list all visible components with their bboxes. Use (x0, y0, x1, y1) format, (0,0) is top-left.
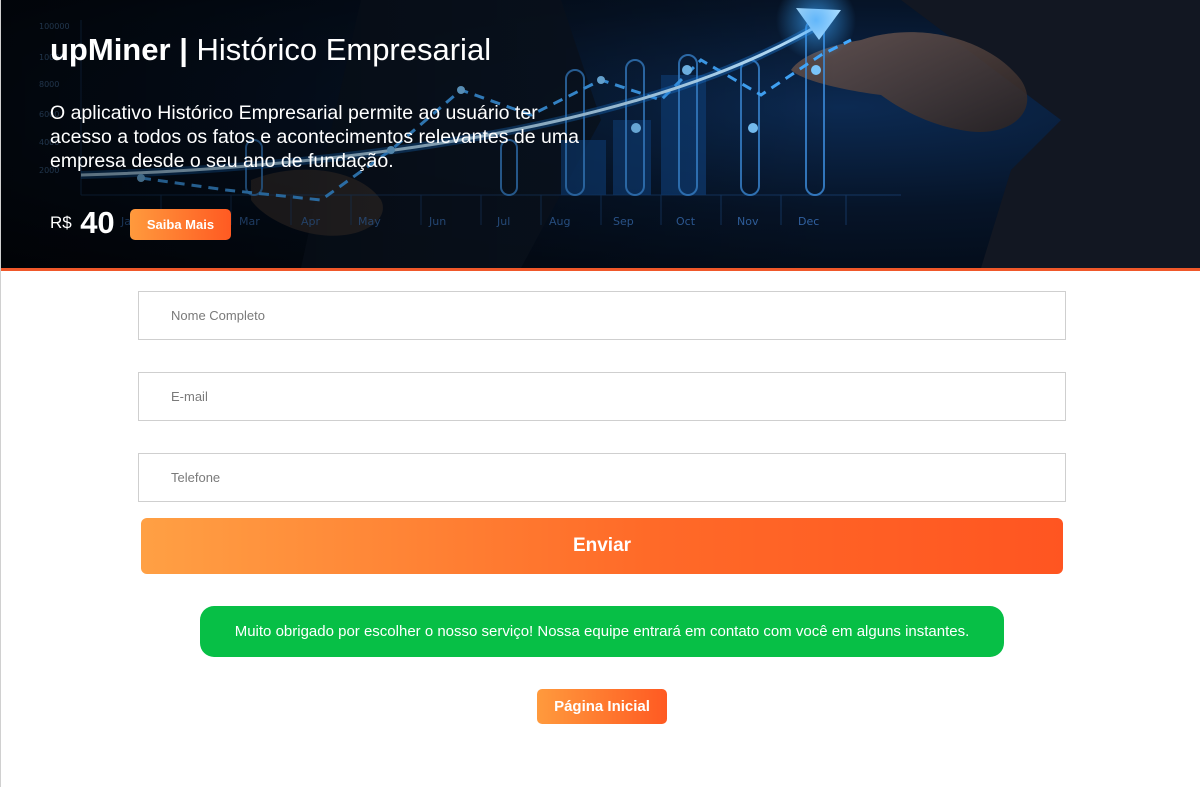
submit-button[interactable]: Enviar (141, 518, 1063, 574)
saiba-mais-button[interactable]: Saiba Mais (130, 209, 231, 240)
home-page-button[interactable]: Página Inicial (537, 689, 667, 724)
phone-input[interactable] (138, 453, 1066, 502)
title-separator: | (179, 32, 188, 67)
product-name: Histórico Empresarial (196, 32, 492, 67)
price-amount: 40 (80, 205, 115, 240)
hero-banner: 100000 10000 8000 6000 4000 2000 JanFebM… (1, 0, 1200, 271)
brand-name: upMiner (50, 32, 171, 67)
price: R$ 40 (50, 205, 115, 241)
success-message: Muito obrigado por escolher o nosso serv… (200, 606, 1004, 657)
price-currency: R$ (50, 213, 72, 232)
page-title: upMiner | Histórico Empresarial (50, 30, 491, 70)
product-description: O aplicativo Histórico Empresarial permi… (50, 102, 579, 172)
email-input[interactable] (138, 372, 1066, 421)
page: 100000 10000 8000 6000 4000 2000 JanFebM… (0, 0, 1200, 787)
full-name-input[interactable] (138, 291, 1066, 340)
